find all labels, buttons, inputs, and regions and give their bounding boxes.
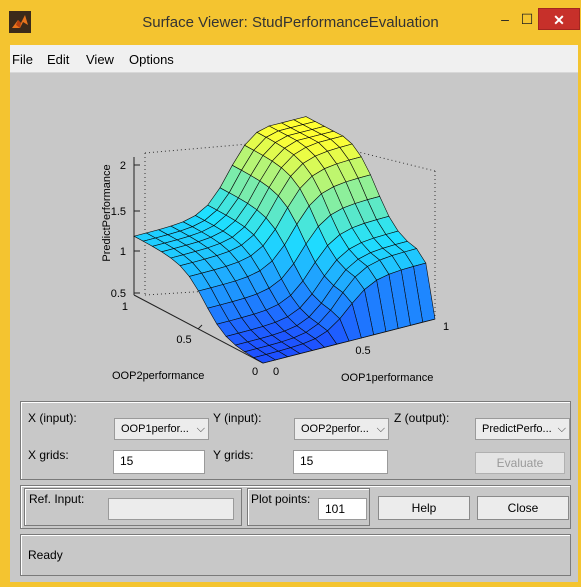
y-tick: [197, 324, 203, 330]
y-tick-label: 1: [122, 301, 128, 313]
title-bar: Surface Viewer: StudPerformanceEvaluatio…: [0, 0, 581, 45]
menu-options[interactable]: Options: [129, 52, 174, 67]
surface-mesh: [133, 116, 436, 364]
help-button[interactable]: Help: [378, 496, 470, 520]
y-grids-input[interactable]: 15: [293, 450, 388, 474]
y-input-select-value: OOP2perfor...: [301, 423, 369, 435]
y-tick-label: 0.5: [176, 334, 191, 346]
x-tick-label: 1: [443, 321, 449, 333]
y-tick-label: 0: [252, 366, 258, 378]
z-tick-label: 2: [120, 160, 126, 172]
x-input-select[interactable]: OOP1perfor... ⌵: [114, 418, 209, 440]
plot-points-input[interactable]: 101: [318, 498, 367, 520]
window-border-bottom: [0, 582, 581, 587]
plot-points-label: Plot points:: [251, 492, 311, 506]
chevron-down-icon: ⌵: [376, 423, 385, 435]
axes-settings-panel: X (input): OOP1perfor... ⌵ Y (input): OO…: [20, 401, 571, 480]
window-border-left: [0, 45, 10, 587]
x-axis-label: OOP1performance: [341, 372, 433, 384]
minimize-button[interactable]: ‒: [494, 8, 516, 30]
ref-input-label: Ref. Input:: [29, 492, 85, 506]
menu-edit[interactable]: Edit: [47, 52, 69, 67]
menu-bar: File Edit View Options: [10, 45, 578, 73]
y-grids-label: Y grids:: [213, 448, 254, 462]
x-tick-label: 0: [273, 366, 279, 378]
y-input-label: Y (input):: [213, 411, 262, 425]
x-input-select-value: OOP1perfor...: [121, 423, 189, 435]
y-axis-label: OOP2performance: [112, 370, 204, 382]
x-input-label: X (input):: [28, 411, 77, 425]
close-button[interactable]: Close: [477, 496, 569, 520]
menu-file[interactable]: File: [12, 52, 33, 67]
ref-input-field[interactable]: [108, 498, 234, 520]
close-window-button[interactable]: ✕: [538, 8, 580, 30]
x-grids-input[interactable]: 15: [113, 450, 205, 474]
y-input-select[interactable]: OOP2perfor... ⌵: [294, 418, 389, 440]
x-grids-label: X grids:: [28, 448, 69, 462]
reference-panel: Ref. Input: Plot points: 101 Help Close: [20, 485, 571, 529]
x-tick-label: 0.5: [355, 345, 370, 357]
status-text: Ready: [28, 548, 63, 562]
surface-plot-area[interactable]: 2 1.5 1 0.5 1 0.5 0 0 0.5 1 PredictPerfo…: [10, 73, 578, 395]
z-output-select[interactable]: PredictPerfo... ⌵: [475, 418, 570, 440]
surface-plot[interactable]: 2 1.5 1 0.5 1 0.5 0 0 0.5 1 PredictPerfo…: [10, 73, 578, 395]
z-output-select-value: PredictPerfo...: [482, 423, 552, 435]
ref-input-group: Ref. Input:: [24, 488, 242, 526]
evaluate-button[interactable]: Evaluate: [475, 452, 565, 474]
z-tick-label: 0.5: [111, 288, 126, 300]
menu-view[interactable]: View: [86, 52, 114, 67]
z-output-label: Z (output):: [394, 411, 450, 425]
chevron-down-icon: ⌵: [557, 423, 566, 435]
z-tick-label: 1: [120, 246, 126, 258]
chevron-down-icon: ⌵: [196, 423, 205, 435]
maximize-button[interactable]: ☐: [514, 8, 540, 30]
status-panel: Ready: [20, 534, 571, 576]
plot-points-group: Plot points: 101: [247, 488, 370, 526]
z-axis-label: PredictPerformance: [101, 164, 113, 261]
